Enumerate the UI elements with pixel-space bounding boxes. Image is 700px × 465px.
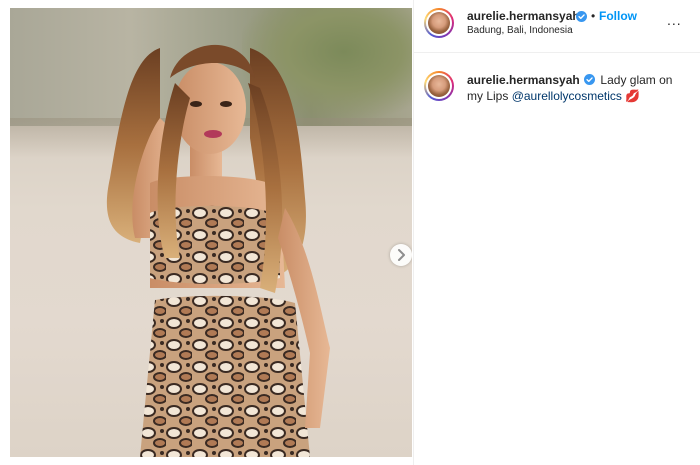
caption-avatar[interactable] — [424, 71, 454, 101]
caption-text: aurelie.hermansyah Lady glam on my Lips … — [467, 72, 689, 104]
follow-button[interactable]: Follow — [599, 9, 637, 23]
caption-line2: my Lips — [467, 89, 509, 103]
next-photo-button[interactable] — [390, 244, 412, 266]
post-side-panel: aurelie.hermansyah • Follow Badung, Bali… — [413, 0, 700, 465]
verified-badge-icon — [584, 74, 596, 85]
post-photo[interactable] — [10, 8, 412, 457]
header-separator: • — [591, 9, 596, 23]
caption-mention-link[interactable]: @aurellolycosmetics — [512, 89, 622, 103]
avatar[interactable] — [424, 8, 454, 38]
person-figure — [106, 44, 330, 457]
post-location[interactable]: Badung, Bali, Indonesia — [467, 25, 573, 36]
verified-badge-icon — [576, 11, 587, 22]
kiss-mark-emoji: 💋 — [625, 89, 641, 103]
caption-line1: Lady glam on — [600, 73, 673, 87]
more-options-icon[interactable]: ... — [667, 12, 682, 28]
header-divider — [414, 52, 700, 53]
caption-username[interactable]: aurelie.hermansyah — [467, 73, 580, 87]
header-username[interactable]: aurelie.hermansyah — [467, 9, 580, 23]
chevron-right-icon — [398, 249, 405, 261]
